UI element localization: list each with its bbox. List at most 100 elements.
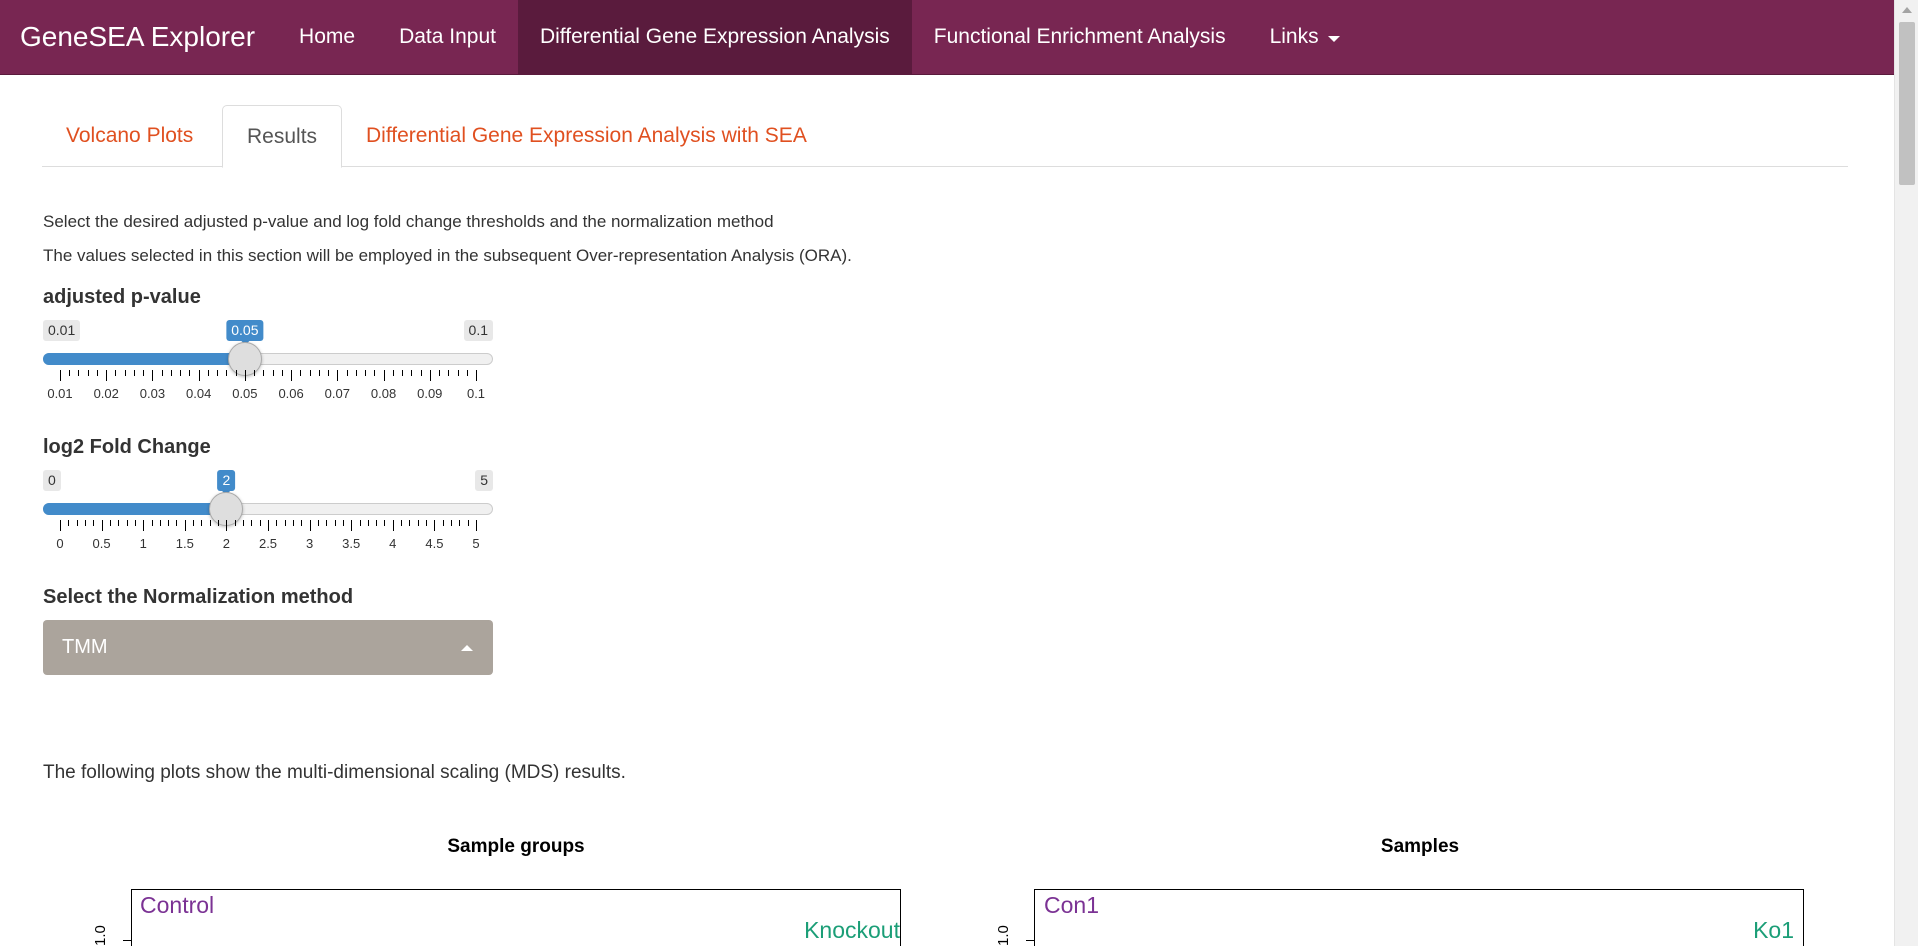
pvalue-major-tick bbox=[198, 370, 200, 381]
logfc-max-label: 5 bbox=[475, 470, 493, 491]
logfc-slider-ticks: 0 0.5 1 1.5 2 2.5 3 3.5 4 4.5 5 bbox=[43, 520, 493, 560]
pvalue-label: adjusted p-value bbox=[43, 286, 201, 308]
pvalue-minor-tick bbox=[133, 370, 135, 376]
tab-volcano-plots[interactable]: Volcano Plots bbox=[42, 105, 217, 167]
scrollbar-thumb[interactable] bbox=[1899, 22, 1915, 185]
nav-home[interactable]: Home bbox=[277, 0, 377, 74]
tab-results[interactable]: Results bbox=[222, 105, 343, 168]
logfc-major-tick bbox=[309, 520, 311, 531]
logfc-minor-tick bbox=[259, 520, 261, 526]
logfc-minor-tick bbox=[176, 520, 178, 526]
logfc-minor-tick bbox=[376, 520, 378, 526]
pvalue-minor-tick bbox=[328, 370, 330, 376]
logfc-tick-label: 2 bbox=[222, 536, 231, 551]
pvalue-minor-tick bbox=[170, 370, 172, 376]
pvalue-major-tick bbox=[106, 370, 108, 381]
logfc-major-tick bbox=[476, 520, 477, 531]
tab-dge-with-sea[interactable]: Differential Gene Expression Analysis wi… bbox=[342, 105, 831, 167]
nav-differential-expression[interactable]: Differential Gene Expression Analysis bbox=[517, 0, 912, 74]
pvalue-minor-tick bbox=[143, 370, 145, 376]
pvalue-minor-tick bbox=[420, 370, 422, 376]
pvalue-minor-tick bbox=[272, 370, 274, 376]
pvalue-min-label: 0.01 bbox=[43, 320, 81, 341]
pvalue-minor-tick bbox=[161, 370, 163, 376]
pvalue-minor-tick bbox=[254, 370, 256, 376]
pvalue-major-tick bbox=[291, 370, 293, 381]
y-axis-tick bbox=[123, 940, 131, 941]
normalization-label: Select the Normalization method bbox=[43, 586, 354, 608]
y-axis-tick-label: 1.0 bbox=[92, 925, 109, 946]
pvalue-minor-tick bbox=[365, 370, 367, 376]
pvalue-minor-tick bbox=[466, 370, 468, 376]
pvalue-minor-tick bbox=[87, 370, 89, 376]
logfc-minor-tick bbox=[359, 520, 361, 526]
pvalue-minor-tick bbox=[300, 370, 302, 376]
logfc-major-tick bbox=[143, 520, 145, 531]
logfc-minor-tick bbox=[118, 520, 120, 526]
pvalue-slider[interactable]: 0.01 0.1 0.05 0.01 0.02 0.03 0.04 0.05 0.06 0.… bbox=[43, 320, 493, 432]
pvalue-minor-tick bbox=[355, 370, 357, 376]
pvalue-tick-label: 0.09 bbox=[417, 386, 443, 401]
plot-title-sample-groups: Sample groups bbox=[447, 836, 585, 857]
caret-down-icon bbox=[1327, 35, 1340, 42]
logfc-minor-tick bbox=[84, 520, 86, 526]
pvalue-major-tick bbox=[383, 370, 385, 381]
logfc-minor-tick bbox=[442, 520, 444, 526]
logfc-minor-tick bbox=[168, 520, 170, 526]
logfc-major-tick bbox=[392, 520, 394, 531]
logfc-major-tick bbox=[184, 520, 186, 531]
pvalue-minor-tick bbox=[180, 370, 182, 376]
mds-plot-samples: Con1 Ko1 bbox=[1034, 889, 1804, 946]
logfc-minor-tick bbox=[234, 520, 236, 526]
logfc-major-tick bbox=[351, 520, 353, 531]
pvalue-minor-tick bbox=[411, 370, 413, 376]
pvalue-minor-tick bbox=[189, 370, 191, 376]
pvalue-tick-label: 0.07 bbox=[324, 386, 350, 401]
logfc-slider[interactable]: 0 5 2 0 0.5 1 1.5 2 2.5 3 3.5 4 4.5 5 bbox=[43, 470, 493, 582]
pvalue-tick-label: 0.04 bbox=[186, 386, 212, 401]
intro-text-line1: Select the desired adjusted p-value and … bbox=[43, 212, 774, 231]
logfc-tick-label: 2.5 bbox=[258, 536, 278, 551]
y-axis-tick bbox=[1026, 940, 1034, 941]
logfc-label: log2 Fold Change bbox=[43, 436, 211, 458]
plot-title-samples: Samples bbox=[1380, 836, 1460, 857]
logfc-minor-tick bbox=[209, 520, 211, 526]
logfc-minor-tick bbox=[467, 520, 469, 526]
logfc-minor-tick bbox=[317, 520, 319, 526]
pvalue-max-label: 0.1 bbox=[463, 320, 493, 341]
logfc-major-tick bbox=[226, 520, 228, 531]
y-axis-tick-label: 1.0 bbox=[995, 925, 1012, 946]
logfc-slider-fill bbox=[43, 503, 227, 515]
logfc-minor-tick bbox=[292, 520, 294, 526]
logfc-minor-tick bbox=[134, 520, 136, 526]
plot-label-ko1: Ko1 bbox=[1753, 917, 1794, 943]
normalization-selected-value: TMM bbox=[62, 636, 108, 658]
normalization-select[interactable]: TMM bbox=[43, 620, 493, 675]
pvalue-tick-label: 0.05 bbox=[232, 386, 258, 401]
pvalue-minor-tick bbox=[448, 370, 450, 376]
caret-up-icon bbox=[461, 645, 473, 651]
logfc-minor-tick bbox=[451, 520, 453, 526]
logfc-minor-tick bbox=[284, 520, 286, 526]
logfc-minor-tick bbox=[68, 520, 70, 526]
results-tabs: Volcano Plots Results Differential Gene … bbox=[42, 105, 1848, 168]
pvalue-minor-tick bbox=[392, 370, 394, 376]
vertical-scrollbar[interactable] bbox=[1894, 0, 1918, 946]
logfc-minor-tick bbox=[301, 520, 303, 526]
pvalue-minor-tick bbox=[217, 370, 219, 376]
logfc-tick-label: 3.5 bbox=[342, 536, 361, 551]
pvalue-minor-tick bbox=[78, 370, 80, 376]
nav-data-input[interactable]: Data Input bbox=[377, 0, 518, 74]
nav-links-dropdown[interactable]: Links bbox=[1248, 0, 1362, 74]
scroll-up-arrow-icon[interactable] bbox=[1902, 7, 1912, 13]
logfc-minor-tick bbox=[326, 520, 328, 526]
nav-functional-enrichment[interactable]: Functional Enrichment Analysis bbox=[912, 0, 1248, 74]
mds-plot-sample-groups: Control Knockout bbox=[131, 889, 901, 946]
logfc-minor-tick bbox=[159, 520, 161, 526]
brand-title[interactable]: GeneSEA Explorer bbox=[0, 0, 277, 74]
pvalue-minor-tick bbox=[439, 370, 441, 376]
logfc-minor-tick bbox=[126, 520, 128, 526]
logfc-minor-tick bbox=[426, 520, 428, 526]
pvalue-major-tick bbox=[337, 370, 339, 381]
pvalue-major-tick bbox=[429, 370, 431, 381]
